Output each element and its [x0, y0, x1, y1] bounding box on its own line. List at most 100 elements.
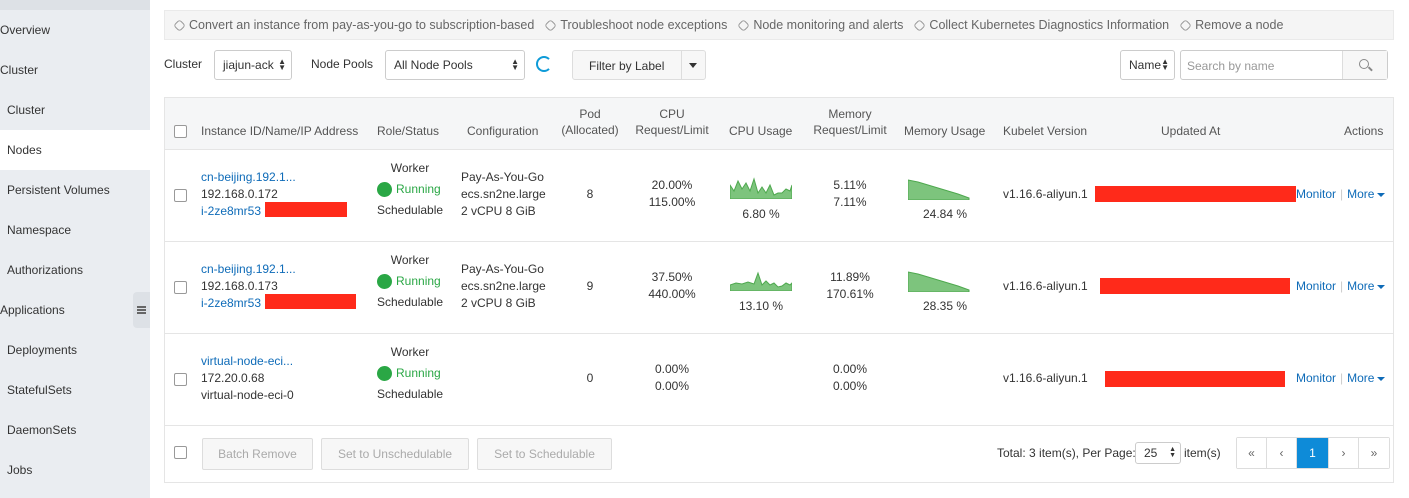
cluster-select-value: jiajun-ack — [223, 58, 274, 72]
memory-request: 5.11% — [833, 178, 867, 192]
refresh-icon[interactable] — [536, 56, 552, 72]
search-field-value: Name — [1129, 58, 1162, 72]
sidebar-item-nodes[interactable]: Nodes — [0, 130, 150, 170]
more-link[interactable]: More — [1347, 371, 1374, 385]
link-icon — [1179, 18, 1193, 32]
caret-down-icon[interactable] — [689, 63, 697, 68]
running-status-icon — [377, 274, 392, 289]
footer-select-all-checkbox[interactable] — [174, 446, 187, 459]
monitor-link[interactable]: Monitor — [1296, 187, 1336, 201]
filter-by-label-button[interactable]: Filter by Label — [572, 50, 706, 80]
sidebar-item-deployments[interactable]: Deployments — [0, 330, 150, 370]
quick-link-convert[interactable]: Convert an instance from pay-as-you-go t… — [173, 18, 534, 32]
cluster-select[interactable]: jiajun-ack ▲ ▼ — [214, 50, 292, 80]
sidebar-item-namespace[interactable]: Namespace — [0, 210, 150, 250]
sidebar-item-persistent-volumes[interactable]: Persistent Volumes — [0, 170, 150, 210]
caret-down-icon[interactable] — [1377, 284, 1386, 289]
sidebar-item-daemonsets[interactable]: DaemonSets — [0, 410, 150, 450]
configuration-cell: Pay-As-You-Go ecs.sn2ne.large 2 vCPU 8 G… — [461, 261, 546, 312]
status-running: Running — [377, 273, 443, 290]
col-memory-usage: Memory Usage — [904, 124, 986, 138]
col-actions: Actions — [1344, 124, 1384, 138]
node-name-link[interactable]: virtual-node-eci... — [201, 353, 294, 370]
col-role-status: Role/Status — [377, 124, 440, 138]
memory-usage-sparkline — [908, 271, 970, 292]
quick-link-diagnostics[interactable]: Collect Kubernetes Diagnostics Informati… — [913, 18, 1169, 32]
more-link[interactable]: More — [1347, 279, 1374, 293]
first-page-button[interactable]: « — [1237, 438, 1267, 468]
sidebar-item-jobs[interactable]: Jobs — [0, 450, 150, 490]
row-checkbox[interactable] — [174, 189, 187, 202]
items-label: item(s) — [1184, 446, 1221, 460]
memory-limit: 7.11% — [833, 195, 867, 209]
redaction-bar — [1100, 278, 1290, 294]
cpu-usage-sparkline — [730, 271, 792, 291]
sidebar-item-authorizations[interactable]: Authorizations — [0, 250, 150, 290]
sidebar: Overview Cluster Cluster Nodes Persistent Vo… — [0, 0, 150, 498]
link-icon — [913, 18, 927, 32]
col-mem-line2: Request/Limit — [813, 123, 887, 137]
toolbar: Cluster jiajun-ack ▲ ▼ Node Pools All Nod… — [164, 48, 1394, 82]
sidebar-item-cluster[interactable]: Cluster — [0, 90, 150, 130]
quick-link-troubleshoot[interactable]: Troubleshoot node exceptions — [544, 18, 727, 32]
sidebar-item-overview[interactable]: Overview — [0, 10, 150, 50]
monitor-link[interactable]: Monitor — [1296, 371, 1336, 385]
search-field-select[interactable]: Name ▲ ▼ — [1120, 50, 1175, 80]
node-pools-label: Node Pools — [311, 57, 374, 71]
row-checkbox[interactable] — [174, 373, 187, 386]
quick-link-label[interactable]: Troubleshoot node exceptions — [560, 18, 727, 32]
cluster-label: Cluster — [164, 57, 203, 71]
current-page-button[interactable]: 1 — [1297, 438, 1329, 468]
kubelet-version: v1.16.6-aliyun.1 — [1003, 279, 1088, 293]
batch-remove-button[interactable]: Batch Remove — [202, 438, 313, 470]
quick-link-label[interactable]: Node monitoring and alerts — [753, 18, 903, 32]
quick-links-bar: Convert an instance from pay-as-you-go t… — [164, 10, 1394, 40]
per-page-select[interactable]: 25 ▲ ▼ — [1135, 442, 1181, 464]
monitor-link[interactable]: Monitor — [1296, 279, 1336, 293]
collapse-sidebar-icon[interactable] — [133, 292, 150, 328]
next-page-button[interactable]: › — [1329, 438, 1359, 468]
search-button[interactable] — [1342, 51, 1387, 79]
total-items-text: Total: 3 item(s), Per Page: — [997, 446, 1136, 460]
cpu-limit: 115.00% — [648, 195, 696, 209]
row-checkbox[interactable] — [174, 281, 187, 294]
search-icon — [1359, 59, 1369, 69]
prev-page-button[interactable]: ‹ — [1267, 438, 1297, 468]
col-instance: Instance ID/Name/IP Address — [201, 124, 359, 138]
quick-link-label[interactable]: Remove a node — [1195, 18, 1283, 32]
quick-link-remove-node[interactable]: Remove a node — [1179, 18, 1283, 32]
quick-link-monitoring[interactable]: Node monitoring and alerts — [737, 18, 903, 32]
set-unschedulable-button[interactable]: Set to Unschedulable — [321, 438, 469, 470]
select-all-checkbox[interactable] — [174, 125, 187, 138]
node-name-link[interactable]: cn-beijing.192.1... — [201, 261, 296, 278]
cpu-request: 20.00% — [651, 178, 693, 192]
nodes-table: Instance ID/Name/IP Address Role/Status … — [164, 97, 1394, 483]
more-link[interactable]: More — [1347, 187, 1374, 201]
memory-request: 11.89% — [830, 270, 870, 284]
caret-down-icon[interactable] — [1377, 192, 1386, 197]
sidebar-item-cluster[interactable]: Cluster — [0, 50, 150, 90]
cpu-usage-value: 6.80 % — [742, 207, 780, 221]
running-status-icon — [377, 366, 392, 381]
schedulable-text: Schedulable — [377, 203, 444, 217]
last-page-button[interactable]: » — [1359, 438, 1389, 468]
redaction-bar — [265, 202, 347, 217]
search-input[interactable]: Search by name — [1180, 50, 1388, 80]
set-schedulable-button[interactable]: Set to Schedulable — [477, 438, 612, 470]
node-ip: 192.168.0.173 — [201, 279, 278, 293]
link-icon — [173, 18, 186, 32]
node-pools-select[interactable]: All Node Pools ▲ ▼ — [385, 50, 525, 80]
quick-link-label[interactable]: Collect Kubernetes Diagnostics Informati… — [929, 18, 1169, 32]
node-role: Worker — [390, 161, 430, 175]
col-mem-line1: Memory — [828, 107, 872, 121]
instance-type: ecs.sn2ne.large — [461, 279, 546, 293]
node-name-link[interactable]: cn-beijing.192.1... — [201, 169, 296, 186]
updown-icon: ▲ ▼ — [1169, 446, 1176, 459]
quick-link-label[interactable]: Convert an instance from pay-as-you-go t… — [189, 18, 534, 32]
caret-down-icon[interactable] — [1377, 376, 1386, 381]
action-separator: | — [1340, 187, 1344, 201]
sidebar-item-applications[interactable]: Applications — [0, 290, 150, 330]
sidebar-item-statefulsets[interactable]: StatefulSets — [0, 370, 150, 410]
node-ip: 172.20.0.68 — [201, 371, 265, 385]
col-memory-request: Memory Request/Limit — [810, 106, 890, 138]
